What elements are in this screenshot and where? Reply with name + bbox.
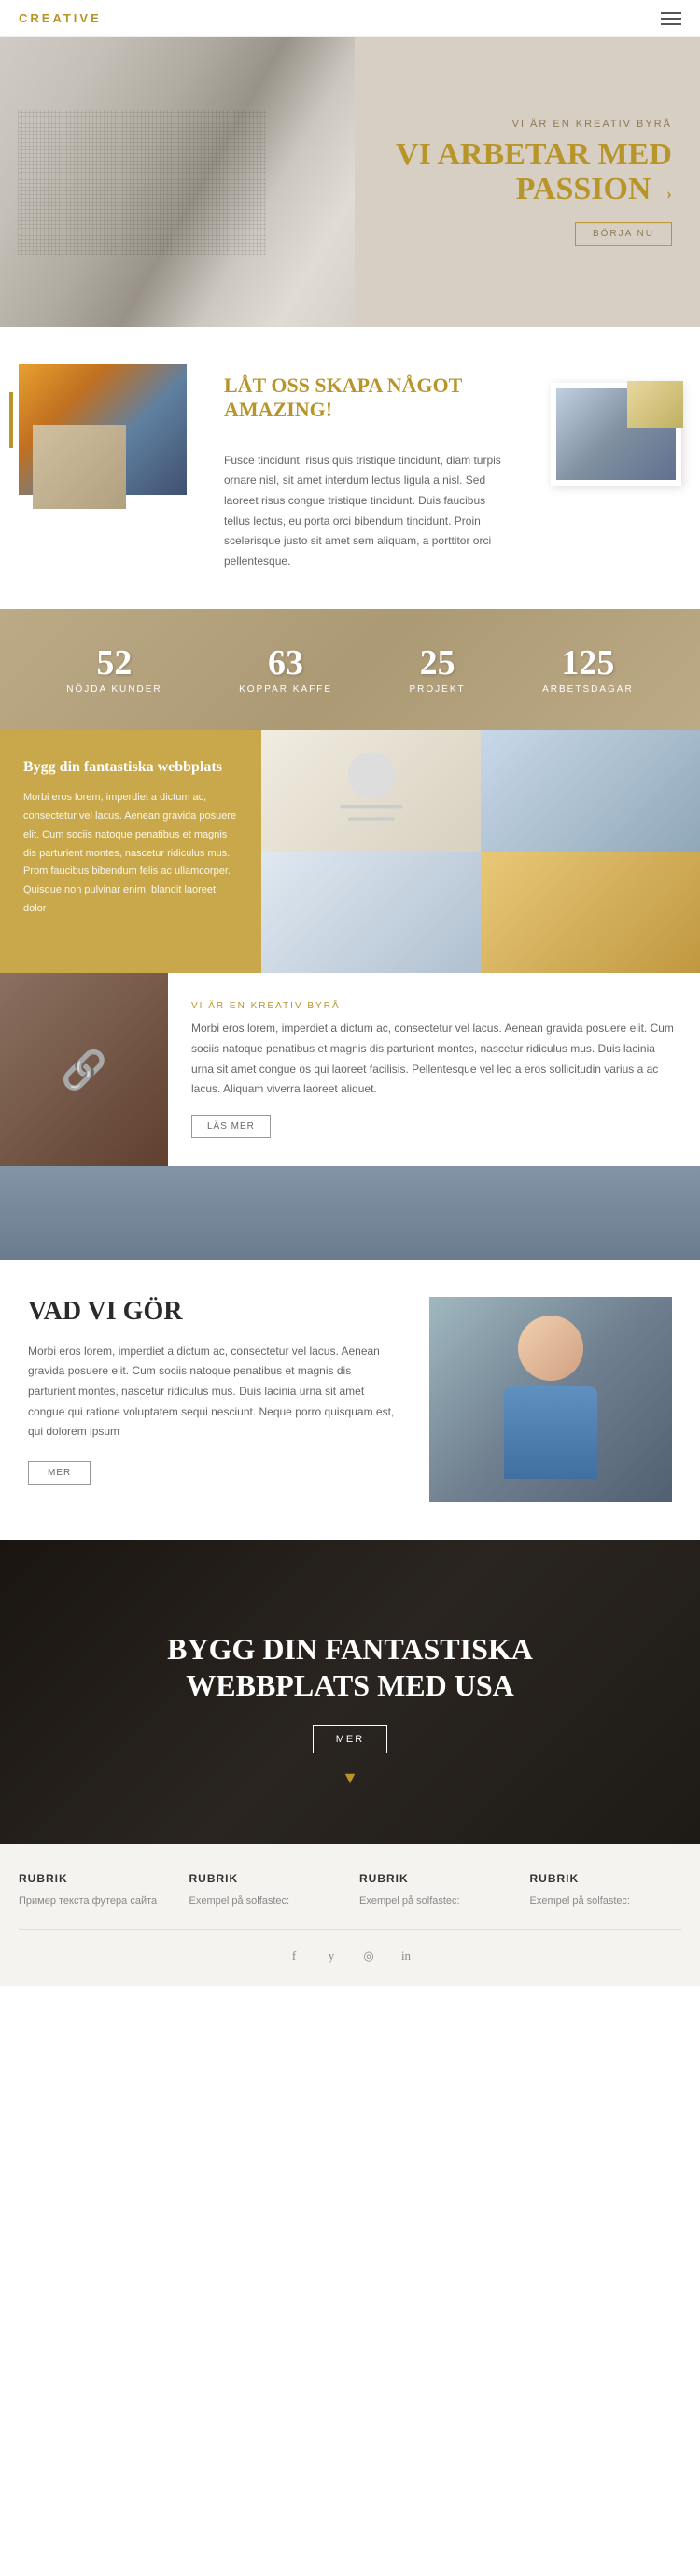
stat-number-2: 25 xyxy=(410,645,466,681)
footer-text-0: Примep текста футера сайта xyxy=(19,1893,171,1910)
logo: CREATIVE xyxy=(19,11,102,25)
build-image-4 xyxy=(481,852,700,973)
amazing-text: Fusce tincidunt, risus quis tristique ti… xyxy=(224,451,513,572)
header: CREATIVE xyxy=(0,0,700,37)
city-banner xyxy=(0,1166,700,1260)
stat-label-1: KOPPAR KAFFE xyxy=(239,684,332,695)
amazing-center-content: LÅT OSS SKAPA NÅGOT AMAZING! Fusce tinci… xyxy=(205,364,532,571)
amazing-image-2 xyxy=(551,383,681,486)
gold-accent-bar xyxy=(9,392,13,448)
vad-cta-button[interactable]: MER xyxy=(28,1461,91,1485)
amazing-image-1 xyxy=(19,364,187,495)
dark-cta-button[interactable]: MER xyxy=(313,1725,387,1753)
dark-content: BYGG DIN FANTASTISKA WEBBPLATS MED USA M… xyxy=(28,1596,672,1788)
footer-text-2: Exempel på solfastec: xyxy=(359,1893,511,1910)
build-title: Bygg din fantastiska webbplats xyxy=(23,758,238,778)
footer-heading-0: Rubrik xyxy=(19,1872,171,1885)
person-body xyxy=(504,1386,597,1479)
hero-arrow-icon: › xyxy=(666,186,672,204)
build-image-1 xyxy=(261,730,481,852)
build-image-2 xyxy=(481,730,700,852)
hero-content: VI ÄR EN KREATIV BYRÅ VI ARBETAR MED PAS… xyxy=(396,119,672,246)
footer-heading-2: Rubrik xyxy=(359,1872,511,1885)
build-text: Morbi eros lorem, imperdiet a dictum ac,… xyxy=(23,789,238,919)
hero-subtitle: VI ÄR EN KREATIV BYRÅ xyxy=(396,119,672,130)
stat-projekt: 25 PROJEKT xyxy=(410,645,466,695)
amazing-right-image xyxy=(551,364,681,486)
hero-section: VI ÄR EN KREATIV BYRÅ VI ARBETAR MED PAS… xyxy=(0,37,700,327)
dark-section: BYGG DIN FANTASTISKA WEBBPLATS MED USA M… xyxy=(0,1540,700,1844)
stat-koppar-kaffe: 63 KOPPAR KAFFE xyxy=(239,645,332,695)
stat-label-2: PROJEKT xyxy=(410,684,466,695)
amazing-title: LÅT OSS SKAPA NÅGOT AMAZING! xyxy=(224,373,513,423)
build-left-content: Bygg din fantastiska webbplats Morbi ero… xyxy=(0,730,261,973)
footer: Rubrik Примep текста футера сайта Rubrik… xyxy=(0,1844,700,1986)
amazing-left-image xyxy=(19,364,187,495)
footer-heading-1: Rubrik xyxy=(189,1872,342,1885)
stat-label-0: NÖJDA KUNDER xyxy=(66,684,161,695)
vad-person-image xyxy=(429,1297,672,1502)
creative-subtitle: VI ÄR EN KREATIV BYRÅ xyxy=(191,1001,677,1011)
creative-agency-section: VI ÄR EN KREATIV BYRÅ Morbi eros lorem, … xyxy=(0,973,700,1165)
build-section: Bygg din fantastiska webbplats Morbi ero… xyxy=(0,730,700,973)
footer-col-1: Rubrik Exempel på solfastec: xyxy=(189,1872,342,1910)
dark-title: BYGG DIN FANTASTISKA WEBBPLATS MED USA xyxy=(28,1596,672,1703)
creative-text: Morbi eros lorem, imperdiet a dictum ac,… xyxy=(191,1019,677,1099)
stat-number-0: 52 xyxy=(66,645,161,681)
stats-grid: 52 NÖJDA KUNDER 63 KOPPAR KAFFE 25 PROJE… xyxy=(0,609,700,730)
person-head xyxy=(518,1316,583,1381)
footer-grid: Rubrik Примep текста футера сайта Rubrik… xyxy=(19,1872,681,1910)
vad-text: Morbi eros lorem, imperdiet a dictum ac,… xyxy=(28,1342,401,1443)
instagram-icon[interactable]: ◎ xyxy=(357,1945,380,1967)
footer-col-0: Rubrik Примep текста футера сайта xyxy=(19,1872,171,1910)
footer-heading-3: Rubrik xyxy=(530,1872,682,1885)
hamburger-menu[interactable] xyxy=(661,12,681,25)
dark-arrow-icon: ▼ xyxy=(28,1768,672,1788)
stats-section: 52 NÖJDA KUNDER 63 KOPPAR KAFFE 25 PROJE… xyxy=(0,609,700,730)
facebook-icon[interactable]: f xyxy=(283,1945,305,1967)
footer-text-1: Exempel på solfastec: xyxy=(189,1893,342,1910)
stat-number-1: 63 xyxy=(239,645,332,681)
build-image-3 xyxy=(261,852,481,973)
stat-label-3: ARBETSDAGAR xyxy=(542,684,634,695)
footer-text-3: Exempel på solfastec: xyxy=(530,1893,682,1910)
stat-nojda-kunder: 52 NÖJDA KUNDER xyxy=(66,645,161,695)
stat-number-3: 125 xyxy=(542,645,634,681)
vad-title: VAD VI GÖR xyxy=(28,1297,401,1327)
footer-col-2: Rubrik Exempel på solfastec: xyxy=(359,1872,511,1910)
footer-col-3: Rubrik Exempel på solfastec: xyxy=(530,1872,682,1910)
build-images-grid xyxy=(261,730,700,973)
city-overlay xyxy=(0,1166,700,1260)
hero-background-image xyxy=(0,37,355,327)
vad-left-content: VAD VI GÖR Morbi eros lorem, imperdiet a… xyxy=(28,1297,401,1502)
youtube-icon[interactable]: y xyxy=(320,1945,343,1967)
creative-content: VI ÄR EN KREATIV BYRÅ Morbi eros lorem, … xyxy=(168,973,700,1165)
hero-cta-button[interactable]: BÖRJA NU xyxy=(575,222,672,246)
amazing-section: LÅT OSS SKAPA NÅGOT AMAZING! Fusce tinci… xyxy=(0,327,700,609)
creative-image xyxy=(0,973,168,1165)
linkedin-icon[interactable]: in xyxy=(395,1945,417,1967)
vad-section: VAD VI GÖR Morbi eros lorem, imperdiet a… xyxy=(0,1260,700,1540)
footer-bottom: f y ◎ in xyxy=(19,1929,681,1967)
stat-arbetsdagar: 125 ARBETSDAGAR xyxy=(542,645,634,695)
read-more-button[interactable]: LÄS MER xyxy=(191,1115,271,1138)
hero-title: VI ARBETAR MED PASSION › xyxy=(396,137,672,207)
